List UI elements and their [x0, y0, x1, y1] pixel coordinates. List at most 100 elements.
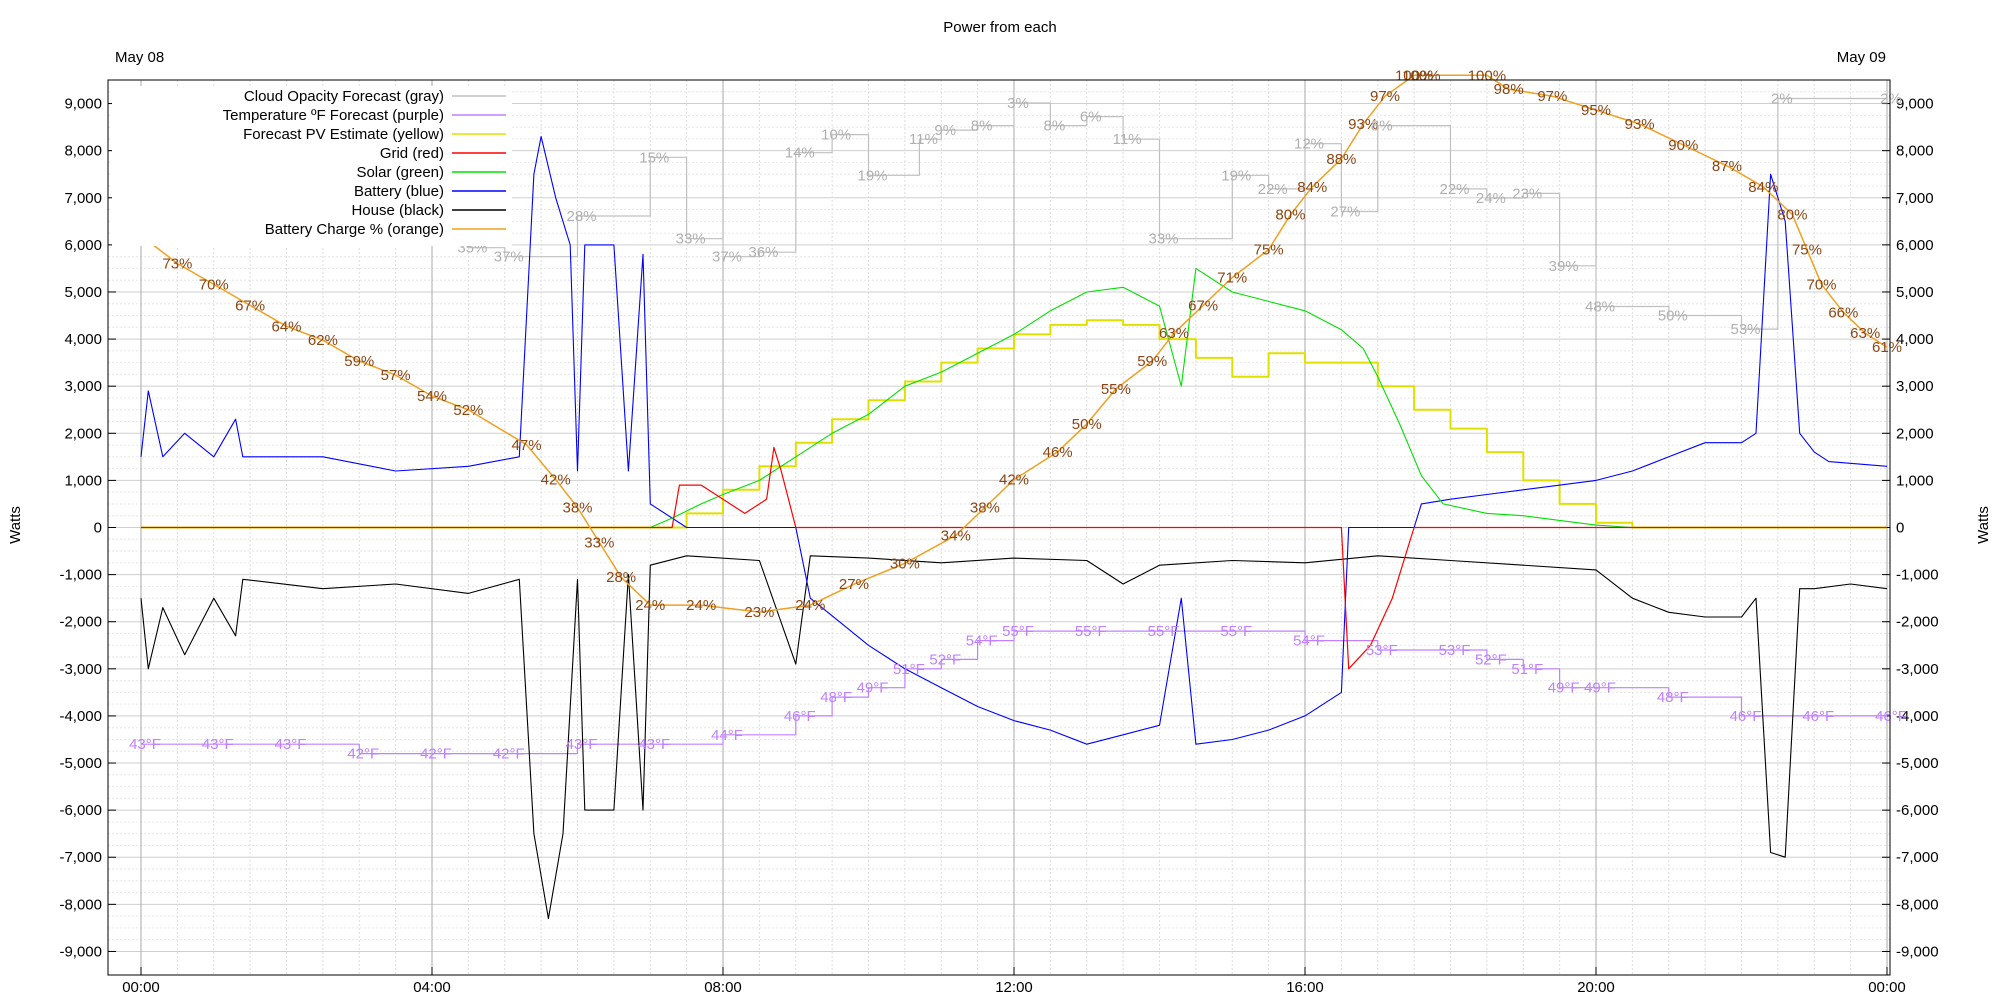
battery-charge-label: 95%	[1581, 102, 1611, 119]
y-tick-label-left: 4,000	[64, 331, 102, 348]
cloud-opacity-label: 8%	[1371, 118, 1393, 135]
temperature-label: 51°F	[1511, 661, 1543, 678]
cloud-opacity-label: 24%	[1476, 190, 1506, 207]
temperature-label: 43°F	[638, 736, 670, 753]
battery-charge-label: 59%	[1137, 353, 1167, 370]
temperature-label: 43°F	[202, 736, 234, 753]
y-tick-label-right: 7,000	[1896, 190, 1934, 207]
legend-label: House (black)	[351, 202, 444, 219]
temperature-label: 46°F	[784, 708, 816, 725]
y-axis-label-right: Watts	[1975, 506, 1992, 544]
cloud-opacity-label: 27%	[1330, 204, 1360, 221]
x-tick-label: 20:00	[1577, 979, 1615, 996]
y-tick-label-right: 8,000	[1896, 143, 1934, 160]
battery-charge-label: 97%	[1370, 88, 1400, 105]
battery-charge-label: 24%	[795, 597, 825, 614]
y-tick-label-right: -7,000	[1896, 849, 1939, 866]
x-tick-label: 08:00	[704, 979, 742, 996]
date-label-end: May 09	[1837, 49, 1886, 66]
cloud-opacity-label: 19%	[1221, 167, 1251, 184]
y-tick-label-left: 3,000	[64, 378, 102, 395]
temperature-label: 49°F	[857, 680, 889, 697]
y-tick-label-right: -9,000	[1896, 943, 1939, 960]
y-tick-label-left: -2,000	[59, 614, 102, 631]
battery-charge-label: 80%	[1777, 207, 1807, 224]
temperature-label: 55°F	[1148, 623, 1180, 640]
y-tick-label-left: 2,000	[64, 425, 102, 442]
y-tick-label-left: -1,000	[59, 567, 102, 584]
x-tick-label: 04:00	[413, 979, 451, 996]
x-tick-label: 00:00	[122, 979, 160, 996]
temperature-label: 46°F	[1730, 708, 1762, 725]
battery-charge-label: 80%	[1275, 207, 1305, 224]
cloud-opacity-label: 8%	[971, 118, 993, 135]
cloud-opacity-label: 2%	[1771, 90, 1793, 107]
battery-charge-label: 84%	[1297, 179, 1327, 196]
battery-charge-label: 42%	[541, 472, 571, 489]
cloud-opacity-label: 14%	[785, 145, 815, 162]
temperature-label: 51°F	[893, 661, 925, 678]
cloud-opacity-label: 8%	[1044, 118, 1066, 135]
y-tick-label-left: 0	[94, 520, 102, 537]
y-tick-label-right: -2,000	[1896, 614, 1939, 631]
cloud-opacity-label: 33%	[1148, 231, 1178, 248]
cloud-opacity-label: 3%	[1007, 95, 1029, 112]
legend: Cloud Opacity Forecast (gray) Temperature…	[112, 86, 512, 246]
legend-label: Forecast PV Estimate (yellow)	[243, 126, 444, 143]
battery-charge-label: 66%	[1828, 304, 1858, 321]
battery-charge-label: 97%	[1537, 88, 1567, 105]
cloud-opacity-label: 37%	[494, 249, 524, 266]
y-tick-label-right: 5,000	[1896, 284, 1934, 301]
y-tick-label-right: -6,000	[1896, 802, 1939, 819]
battery-charge-label: 42%	[999, 472, 1029, 489]
battery-charge-label: 98%	[1494, 81, 1524, 98]
x-tick-label: 12:00	[995, 979, 1033, 996]
y-tick-label-right: 3,000	[1896, 378, 1934, 395]
battery-charge-label: 47%	[512, 437, 542, 454]
cloud-opacity-label: 39%	[1549, 258, 1579, 275]
y-tick-label-right: 2,000	[1896, 425, 1934, 442]
temperature-label: 44°F	[711, 727, 743, 744]
cloud-opacity-label: 6%	[1080, 109, 1102, 126]
y-tick-label-left: -4,000	[59, 708, 102, 725]
battery-charge-label: 62%	[308, 332, 338, 349]
temperature-label: 52°F	[1475, 651, 1507, 668]
temperature-label: 43°F	[566, 736, 598, 753]
battery-charge-label: 64%	[271, 318, 301, 335]
cloud-opacity-label: 28%	[566, 208, 596, 225]
y-tick-label-left: 8,000	[64, 143, 102, 160]
temperature-label: 46°F	[1875, 708, 1907, 725]
temperature-label: 42°F	[493, 746, 525, 763]
cloud-opacity-label: 53%	[1730, 321, 1760, 338]
temperature-label: 46°F	[1802, 708, 1834, 725]
y-tick-label-right: -3,000	[1896, 661, 1939, 678]
cloud-opacity-label: 9%	[934, 122, 956, 139]
cloud-opacity-label: 22%	[1258, 181, 1288, 198]
cloud-opacity-label: 33%	[676, 231, 706, 248]
y-axis-label-left: Watts	[7, 506, 24, 544]
battery-charge-label: 52%	[453, 402, 483, 419]
temperature-label: 48°F	[1657, 689, 1689, 706]
battery-charge-label: 93%	[1625, 116, 1655, 133]
cloud-opacity-label: 48%	[1585, 298, 1615, 315]
cloud-opacity-label: 22%	[1439, 181, 1469, 198]
battery-charge-label: 38%	[970, 500, 1000, 517]
temperature-label: 43°F	[129, 736, 161, 753]
y-tick-label-left: 5,000	[64, 284, 102, 301]
cloud-opacity-label: 23%	[1512, 185, 1542, 202]
chart-title: Power from each	[943, 19, 1056, 36]
legend-label: Temperature ºF Forecast (purple)	[223, 107, 444, 124]
temperature-label: 43°F	[275, 736, 307, 753]
temperature-label: 53°F	[1366, 642, 1398, 659]
battery-charge-label: 30%	[890, 555, 920, 572]
cloud-opacity-label: 37%	[712, 249, 742, 266]
battery-charge-label: 67%	[235, 297, 265, 314]
y-tick-label-right: -8,000	[1896, 896, 1939, 913]
temperature-label: 53°F	[1439, 642, 1471, 659]
y-tick-label-left: -7,000	[59, 849, 102, 866]
y-tick-label-left: 1,000	[64, 472, 102, 489]
cloud-opacity-label: 10%	[821, 127, 851, 144]
y-tick-label-left: 9,000	[64, 96, 102, 113]
legend-label: Grid (red)	[380, 145, 444, 162]
battery-charge-label: 90%	[1668, 137, 1698, 154]
